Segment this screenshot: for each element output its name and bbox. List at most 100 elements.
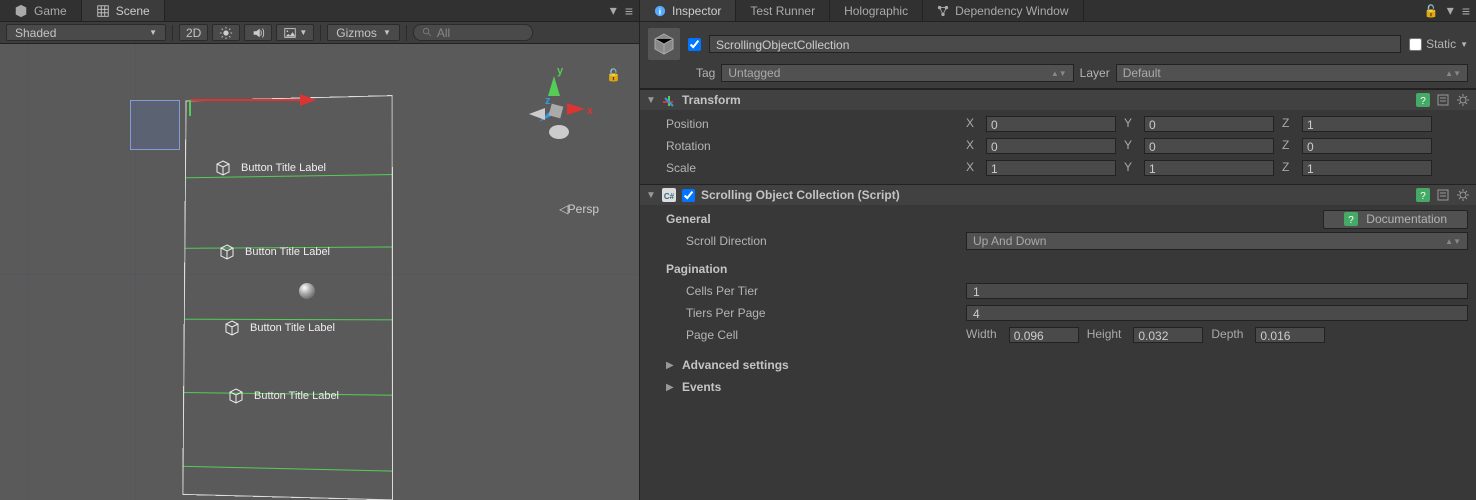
doc-label: Documentation xyxy=(1366,212,1447,226)
btn-2d[interactable]: 2D xyxy=(179,24,208,41)
script-enabled-checkbox[interactable] xyxy=(682,189,695,202)
preset-icon[interactable] xyxy=(1436,93,1450,107)
page-cell-height[interactable]: 0.032 xyxy=(1133,327,1203,343)
val: 0 xyxy=(991,140,998,154)
val: 0 xyxy=(1307,140,1314,154)
dropdown-icon[interactable]: ▾ xyxy=(610,2,617,19)
position-y[interactable]: 0 xyxy=(1144,116,1274,132)
preset-icon[interactable] xyxy=(1436,188,1450,202)
transform-title: Transform xyxy=(682,93,741,107)
btn-audio[interactable] xyxy=(244,24,272,41)
val: 1 xyxy=(973,285,980,299)
y-label: Y xyxy=(1124,160,1136,176)
page-cell-width[interactable]: 0.096 xyxy=(1009,327,1079,343)
list-item: Button Title Label xyxy=(219,244,330,260)
lock-icon[interactable]: 🔓 xyxy=(606,68,621,82)
menu-icon[interactable]: ≡ xyxy=(625,3,633,19)
orientation-gizmo[interactable]: y x z xyxy=(509,64,599,154)
pivot-sphere xyxy=(299,283,315,299)
button-label: Button Title Label xyxy=(254,390,339,402)
component-header[interactable]: ▼ Transform ? xyxy=(640,90,1476,110)
scale-label: Scale xyxy=(666,161,966,175)
help-icon[interactable]: ? xyxy=(1416,188,1430,202)
inspector-tabs: i Inspector Test Runner Holographic Depe… xyxy=(640,0,1476,22)
sun-icon xyxy=(219,26,233,40)
tag-value: Untagged xyxy=(728,66,780,80)
tag-label: Tag xyxy=(696,66,715,80)
scale-z[interactable]: 1 xyxy=(1302,160,1432,176)
tab-game-label: Game xyxy=(34,4,67,18)
foldout-icon[interactable]: ▶ xyxy=(666,360,676,371)
static-checkbox[interactable] xyxy=(1409,38,1422,51)
updown-icon: ▲▼ xyxy=(1445,69,1461,78)
cube-icon xyxy=(648,28,680,60)
cells-per-tier-input[interactable]: 1 xyxy=(966,283,1468,299)
gameobject-name-field[interactable]: ScrollingObjectCollection xyxy=(709,35,1401,53)
layer-value: Default xyxy=(1123,66,1161,80)
gear-icon[interactable] xyxy=(1456,188,1470,202)
component-header[interactable]: ▼ C# Scrolling Object Collection (Script… xyxy=(640,185,1476,205)
scene-search[interactable]: All xyxy=(413,24,533,41)
val: 0 xyxy=(1149,140,1156,154)
menu-icon[interactable]: ≡ xyxy=(1462,3,1470,19)
scale-x[interactable]: 1 xyxy=(986,160,1116,176)
gizmos-dropdown[interactable]: Gizmos ▼ xyxy=(327,24,400,41)
events-heading[interactable]: Events xyxy=(682,380,982,394)
advanced-heading[interactable]: Advanced settings xyxy=(682,358,982,372)
width-label: Width xyxy=(966,327,997,343)
info-icon: i xyxy=(654,5,666,17)
help-icon[interactable]: ? xyxy=(1416,93,1430,107)
dropdown-icon[interactable]: ▾ xyxy=(1447,2,1454,19)
tab-test-runner[interactable]: Test Runner xyxy=(736,0,830,21)
tabs-right: ▾ ≡ xyxy=(610,2,639,19)
tag-dropdown[interactable]: Untagged ▲▼ xyxy=(721,64,1073,82)
btn-light[interactable] xyxy=(212,24,240,41)
scene-tabs: Game Scene ▾ ≡ xyxy=(0,0,639,22)
static-toggle[interactable]: Static ▼ xyxy=(1409,37,1468,51)
position-z[interactable]: 1 xyxy=(1302,116,1432,132)
documentation-button[interactable]: ? Documentation xyxy=(1323,210,1468,229)
position-x[interactable]: 0 xyxy=(986,116,1116,132)
lock-icon[interactable]: 🔓 xyxy=(1424,4,1439,18)
tab-holographic[interactable]: Holographic xyxy=(830,0,923,21)
rotation-z[interactable]: 0 xyxy=(1302,138,1432,154)
scale-y[interactable]: 1 xyxy=(1144,160,1274,176)
val: 0.016 xyxy=(1260,329,1290,343)
rotation-x[interactable]: 0 xyxy=(986,138,1116,154)
tiers-per-page-input[interactable]: 4 xyxy=(966,305,1468,321)
btn-fx[interactable]: ▼ xyxy=(276,24,314,41)
x-label: X xyxy=(966,138,978,154)
tab-game[interactable]: Game xyxy=(0,0,82,21)
foldout-icon[interactable]: ▶ xyxy=(666,382,676,393)
gear-icon[interactable] xyxy=(1456,93,1470,107)
move-gizmo[interactable] xyxy=(180,80,340,120)
rotation-y[interactable]: 0 xyxy=(1144,138,1274,154)
tab-dependency[interactable]: Dependency Window xyxy=(923,0,1083,21)
persp-label[interactable]: ◁ Persp xyxy=(559,202,599,216)
list-item: Button Title Label xyxy=(224,320,335,336)
page-cell-depth[interactable]: 0.016 xyxy=(1255,327,1325,343)
updown-icon: ▲▼ xyxy=(1051,69,1067,78)
btn-2d-label: 2D xyxy=(186,26,201,40)
unity-icon xyxy=(14,4,28,18)
scene-panel: Game Scene ▾ ≡ Shaded ▼ 2D ▼ xyxy=(0,0,640,500)
x-label: X xyxy=(966,160,978,176)
scroll-direction-dropdown[interactable]: Up And Down ▲▼ xyxy=(966,232,1468,250)
scene-viewport[interactable]: Button Title Label Button Title Label Bu… xyxy=(0,44,639,500)
shading-dropdown[interactable]: Shaded ▼ xyxy=(6,24,166,41)
svg-text:x: x xyxy=(587,105,594,117)
static-label-text: Static xyxy=(1426,37,1456,51)
tab-inspector[interactable]: i Inspector xyxy=(640,0,736,21)
list-item: Button Title Label xyxy=(215,160,326,176)
val: 1 xyxy=(1307,162,1314,176)
height-label: Height xyxy=(1087,327,1122,343)
layer-dropdown[interactable]: Default ▲▼ xyxy=(1116,64,1468,82)
help-icon: ? xyxy=(1344,212,1358,226)
svg-text:i: i xyxy=(659,6,661,16)
tab-scene[interactable]: Scene xyxy=(82,0,165,21)
selection-rect xyxy=(130,100,180,150)
transform-icon xyxy=(662,93,676,107)
transform-component: ▼ Transform ? Position X0 Y0 Z1 Rotation xyxy=(640,89,1476,184)
persp-text: Persp xyxy=(568,202,599,216)
active-checkbox[interactable] xyxy=(688,38,701,51)
